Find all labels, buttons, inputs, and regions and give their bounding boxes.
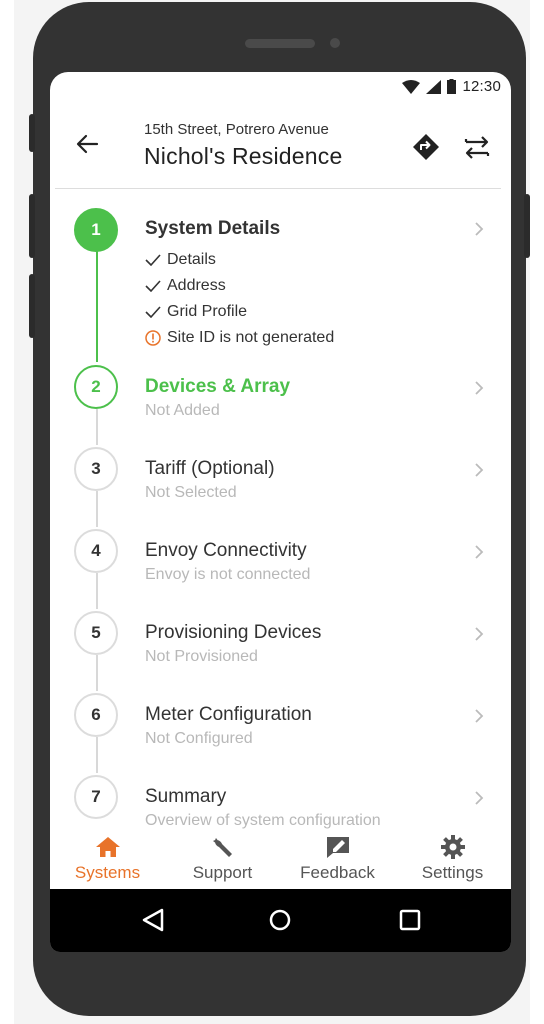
app-bar: 15th Street, Potrero Avenue Nichol's Res… (50, 100, 511, 188)
nav-feedback[interactable]: Feedback (280, 829, 395, 889)
step-title: Tariff (Optional) (145, 458, 275, 479)
checkmark-icon (145, 254, 161, 266)
home-icon (95, 837, 120, 857)
step-subtitle: Not Selected (145, 484, 237, 501)
directions-icon[interactable] (412, 133, 440, 161)
app-screen: 12:30 15th Street, Potrero Avenue Nichol… (50, 72, 511, 952)
step-number-badge: 1 (74, 208, 118, 252)
step-title: System Details (145, 218, 281, 239)
step-subtitle: Not Configured (145, 730, 253, 747)
step-connector-5-6 (95, 655, 98, 691)
step-number-badge: 3 (74, 447, 118, 491)
warning-icon (145, 330, 161, 346)
chevron-right-icon (475, 709, 484, 723)
chevron-right-icon (475, 381, 484, 395)
step-connector-4-5 (95, 573, 98, 609)
nav-label: Settings (421, 863, 484, 882)
status-time: 12:30 (462, 78, 501, 95)
chevron-right-icon (475, 545, 484, 559)
nav-systems[interactable]: Systems (50, 829, 165, 889)
step-connector-6-7 (95, 737, 98, 773)
step-subtitle: Not Added (145, 402, 220, 419)
step-title: Envoy Connectivity (145, 540, 307, 561)
page-title: Nichol's Residence (144, 143, 343, 169)
chevron-right-icon (475, 463, 484, 477)
step-connector-3-4 (95, 491, 98, 527)
step-connector-1-2 (95, 251, 98, 362)
step-title: Summary (145, 786, 227, 807)
home-circle-icon[interactable] (263, 903, 297, 937)
nav-label: Support (192, 863, 253, 882)
step-connector-2-3 (95, 409, 98, 445)
check-item-details: Details (145, 251, 216, 269)
phone-volume-down-button (29, 274, 35, 338)
step-subtitle: Envoy is not connected (145, 566, 311, 583)
phone-volume-up-button (29, 194, 35, 258)
step-number-badge: 6 (74, 693, 118, 737)
check-item-label: Address (167, 277, 226, 294)
status-bar: 12:30 (50, 72, 511, 100)
nav-settings[interactable]: Settings (395, 829, 510, 889)
bottom-navigation: Systems Support Feedback Settings (50, 829, 511, 889)
gear-icon (440, 835, 465, 859)
checkmark-icon (145, 306, 161, 318)
step-subtitle: Not Provisioned (145, 648, 258, 665)
page-margin-right (530, 0, 544, 1024)
status-icons: 12:30 (402, 78, 501, 95)
check-item-address: Address (145, 277, 226, 295)
setup-steps-list: 1 System Details Details Address Grid Pr… (50, 189, 511, 829)
step-title: Provisioning Devices (145, 622, 322, 643)
wrench-icon (212, 838, 232, 857)
step-number-badge: 4 (74, 529, 118, 573)
warning-site-id: Site ID is not generated (145, 329, 334, 347)
switch-site-icon[interactable] (463, 133, 491, 161)
phone-camera (330, 38, 340, 48)
wifi-icon (402, 79, 421, 94)
nav-label: Systems (74, 863, 141, 882)
check-item-grid-profile: Grid Profile (145, 303, 247, 321)
feedback-icon (326, 837, 349, 858)
signal-icon (426, 79, 442, 94)
phone-power-button (524, 194, 530, 258)
phone-speaker (245, 39, 315, 48)
step-title: Meter Configuration (145, 704, 312, 725)
back-arrow-icon[interactable] (74, 130, 102, 158)
page-margin-left (0, 0, 14, 1024)
step-number-badge: 7 (74, 775, 118, 819)
step-title: Devices & Array (145, 376, 291, 397)
android-navigation-bar (50, 889, 511, 952)
back-triangle-icon[interactable] (136, 903, 170, 937)
site-address: 15th Street, Potrero Avenue (144, 121, 329, 138)
step-subtitle: Overview of system configuration (145, 812, 381, 829)
chevron-right-icon (475, 627, 484, 641)
step-number-badge: 2 (74, 365, 118, 409)
warning-text: Site ID is not generated (167, 329, 335, 346)
nav-support[interactable]: Support (165, 829, 280, 889)
checkmark-icon (145, 280, 161, 292)
nav-label: Feedback (300, 863, 375, 882)
chevron-right-icon (475, 222, 484, 236)
chevron-right-icon (475, 791, 484, 805)
phone-side-button (29, 114, 35, 152)
check-item-label: Grid Profile (167, 303, 248, 320)
battery-icon (447, 79, 457, 94)
step-number-badge: 5 (74, 611, 118, 655)
check-item-label: Details (167, 251, 216, 268)
recents-square-icon[interactable] (393, 903, 427, 937)
